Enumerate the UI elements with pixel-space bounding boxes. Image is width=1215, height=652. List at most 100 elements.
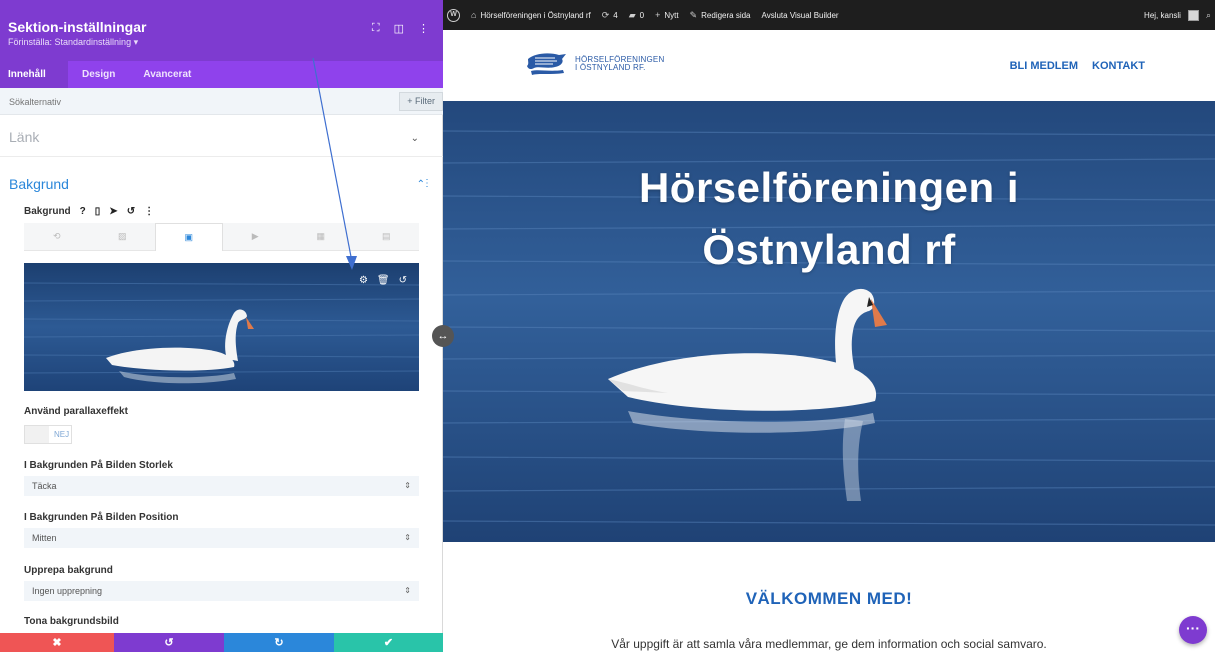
discard-button[interactable]: ✖ <box>0 633 114 652</box>
image-position-select[interactable]: Mitten ⇕ <box>24 528 419 548</box>
toggle-knob <box>25 426 49 443</box>
resize-handle-icon[interactable]: ↔ <box>432 325 454 347</box>
settings-panel: Sektion-inställningar Förinställa: Stand… <box>0 0 443 652</box>
site-name-link[interactable]: ⌂ Hörselföreningen i Östnyland rf <box>471 10 591 20</box>
reset-icon[interactable]: ↺ <box>127 206 135 217</box>
wp-admin-bar: W ⌂ Hörselföreningen i Östnyland rf ⟳ 4 … <box>443 0 1215 30</box>
pattern-icon[interactable]: ▦ <box>288 223 354 251</box>
help-icon[interactable]: ? <box>80 206 86 217</box>
save-button[interactable]: ✔ <box>334 633 443 652</box>
exit-builder-link[interactable]: Avsluta Visual Builder <box>762 11 839 20</box>
new-content-link[interactable]: + Nytt <box>655 10 679 20</box>
section-options-icon[interactable]: ⋮ <box>422 178 432 189</box>
section-link[interactable]: Länk ⌄ <box>0 115 443 157</box>
logo-emblem-icon <box>527 53 566 75</box>
admin-bar-left: W ⌂ Hörselföreningen i Östnyland rf ⟳ 4 … <box>447 0 839 30</box>
redo-button[interactable]: ↻ <box>224 633 334 652</box>
tab-design[interactable]: Design <box>68 61 129 88</box>
mask-icon[interactable]: ▤ <box>353 223 419 251</box>
exit-label: Avsluta Visual Builder <box>761 10 839 20</box>
section-link-title: Länk <box>9 129 40 145</box>
panel-header: Sektion-inställningar Förinställa: Stand… <box>0 0 443 61</box>
pencil-icon: ✎ <box>689 9 698 20</box>
edit-page-link[interactable]: ✎ Redigera sida <box>690 10 751 21</box>
undo-icon[interactable]: ↺ <box>399 275 407 286</box>
select-arrow-icon: ⇕ <box>404 533 411 542</box>
action-bar: ✖ ↺ ↻ ✔ <box>0 633 443 652</box>
preset-dropdown[interactable]: Förinställa: Standardinställning ▾ <box>8 37 443 48</box>
logo-line-2: I ÖSTNYLAND RF. <box>575 63 646 72</box>
comment-icon: ▰ <box>628 9 636 20</box>
undo-button[interactable]: ↺ <box>114 633 224 652</box>
tab-advanced[interactable]: Avancerat <box>129 61 205 88</box>
admin-bar-right: Hej, kansli ⌕ <box>1144 0 1211 30</box>
intro-text: Vår uppgift är att samla våra medlemmar,… <box>611 637 1047 651</box>
repeat-select[interactable]: Ingen upprepning ⇕ <box>24 581 419 601</box>
trash-icon[interactable]: 🗑 <box>377 275 390 286</box>
updates-count: 4 <box>613 10 618 20</box>
site-logo[interactable]: HÖRSELFÖRENINGEN I ÖSTNYLAND RF. <box>525 50 664 78</box>
parallax-toggle[interactable]: NEJ <box>24 425 72 444</box>
edit-label: Redigera sida <box>701 10 751 20</box>
builder-menu-button[interactable]: ··· <box>1179 616 1207 644</box>
user-greeting[interactable]: Hej, kansli <box>1144 11 1181 20</box>
video-icon[interactable]: ▶ <box>222 223 288 251</box>
hero-title: Hörselföreningen i Östnyland rf <box>443 157 1215 281</box>
search-input[interactable] <box>0 88 380 115</box>
toggle-value: NEJ <box>54 430 70 439</box>
color-fill-icon[interactable]: ⟲ <box>24 223 90 251</box>
tab-content[interactable]: Innehåll <box>0 61 68 88</box>
split-view-icon[interactable]: ◫ <box>394 22 404 35</box>
image-size-select[interactable]: Täcka ⇕ <box>24 476 419 496</box>
image-position-label: I Bakgrunden På Bilden Position <box>24 512 179 523</box>
more-options-icon[interactable]: ⋮ <box>418 22 429 35</box>
image-icon[interactable]: ▣ <box>155 223 223 251</box>
filter-button[interactable]: + Filter <box>399 92 443 111</box>
hover-icon[interactable]: ➤ <box>109 206 117 217</box>
updates-link[interactable]: ⟳ 4 <box>602 10 618 21</box>
logo-text: HÖRSELFÖRENINGEN I ÖSTNYLAND RF. <box>575 56 664 72</box>
dashboard-icon: ⌂ <box>471 10 477 20</box>
comments-count: 0 <box>639 10 645 20</box>
hero-title-line-2: Östnyland rf <box>702 226 956 273</box>
background-field-label: Bakgrund ? ▯ ➤ ↺ ⋮ <box>24 206 154 217</box>
plus-icon: + <box>655 10 661 20</box>
updates-icon: ⟳ <box>601 9 610 20</box>
hero-section[interactable]: Hörselföreningen i Östnyland rf <box>443 101 1215 542</box>
image-size-label: I Bakgrunden På Bilden Storlek <box>24 460 173 471</box>
nav-contact[interactable]: KONTAKT <box>1092 60 1145 72</box>
chevron-down-icon[interactable]: ⌄ <box>411 133 419 144</box>
background-label: Bakgrund <box>24 206 71 217</box>
fullscreen-icon[interactable]: ⛶ <box>372 22 380 35</box>
background-image-preview[interactable]: ⚙ 🗑 ↺ <box>24 263 419 391</box>
parallax-label: Använd parallaxeffekt <box>24 406 128 417</box>
welcome-heading: VÄLKOMMEN MED! <box>745 589 913 608</box>
comments-link[interactable]: ▰ 0 <box>629 10 644 21</box>
hero-title-line-1: Hörselföreningen i <box>638 164 1020 211</box>
main-nav: BLI MEDLEM KONTAKT <box>1010 60 1145 72</box>
site-name: Hörselföreningen i Östnyland rf <box>480 10 591 20</box>
background-type-tabs: ⟲ ▨ ▣ ▶ ▦ ▤ <box>24 223 419 251</box>
site-header: HÖRSELFÖRENINGEN I ÖSTNYLAND RF. BLI MED… <box>443 30 1215 101</box>
image-size-value: Täcka <box>32 481 57 491</box>
mobile-icon[interactable]: ▯ <box>95 206 101 217</box>
content-section: VÄLKOMMEN MED! Vår uppgift är att samla … <box>443 542 1215 652</box>
wordpress-logo-icon[interactable]: W <box>447 8 460 22</box>
repeat-value: Ingen upprepning <box>32 586 103 596</box>
field-options-icon[interactable]: ⋮ <box>144 206 154 217</box>
image-position-value: Mitten <box>32 533 57 543</box>
repeat-label: Upprepa bakgrund <box>24 565 113 576</box>
gradient-icon[interactable]: ▨ <box>89 223 155 251</box>
gear-icon[interactable]: ⚙ <box>359 275 368 286</box>
fade-label: Tona bakgrundsbild <box>24 616 119 627</box>
panel-header-icons: ⛶ ◫ ⋮ <box>372 22 429 35</box>
section-background: Bakgrund ⌃ ⋮ Bakgrund ? ▯ ➤ ↺ ⋮ ⟲ ▨ ▣ ▶ … <box>0 158 443 652</box>
select-arrow-icon: ⇕ <box>404 481 411 490</box>
search-icon[interactable]: ⌕ <box>1206 10 1211 21</box>
section-background-title[interactable]: Bakgrund <box>9 176 69 192</box>
nav-become-member[interactable]: BLI MEDLEM <box>1010 60 1078 72</box>
search-row: + Filter <box>0 88 443 115</box>
avatar[interactable] <box>1187 9 1199 21</box>
select-arrow-icon: ⇕ <box>404 586 411 595</box>
preview-tools: ⚙ 🗑 ↺ <box>359 275 407 286</box>
